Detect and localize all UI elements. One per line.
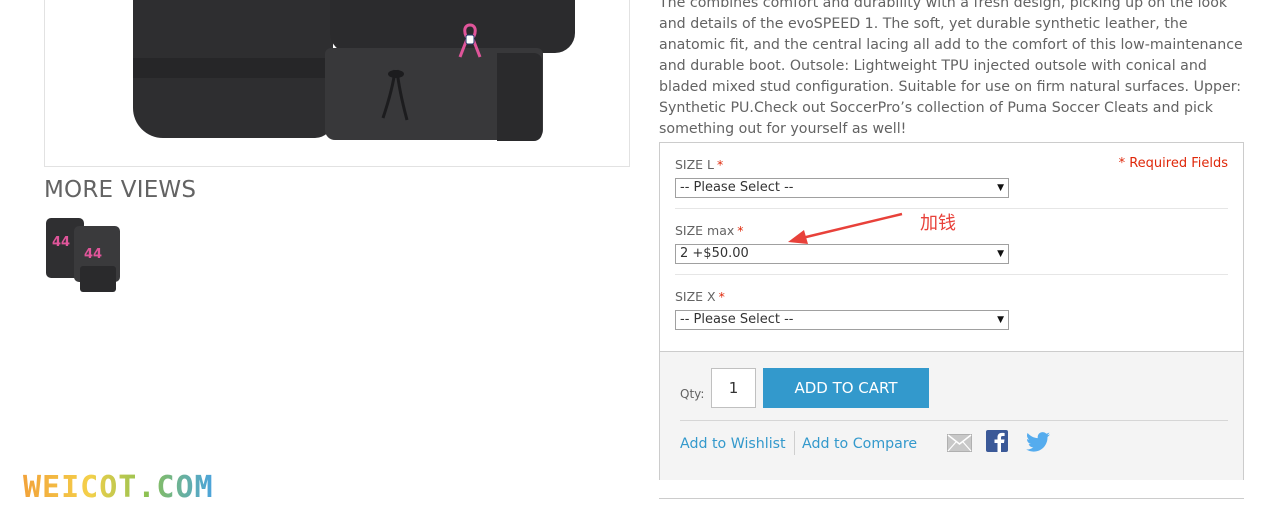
svg-text:44: 44 xyxy=(84,247,102,262)
annotation-arrow xyxy=(788,212,903,244)
description-line: something out for yourself as well! xyxy=(659,121,907,137)
add-to-compare-link[interactable]: Add to Compare xyxy=(802,436,917,452)
jersey-right-top-shape xyxy=(330,0,575,53)
size-x-select-value: -- Please Select -- xyxy=(680,312,794,327)
size-max-label: SIZE max * xyxy=(675,223,744,238)
option-divider xyxy=(675,274,1228,275)
pink-ribbon-logo xyxy=(458,23,482,58)
qty-input[interactable]: 1 xyxy=(711,368,756,408)
size-l-label-text: SIZE L xyxy=(675,157,715,172)
drawstring-graphic xyxy=(381,69,409,121)
product-options-box: * Required Fields SIZE L * -- Please Sele… xyxy=(659,142,1244,480)
size-x-select[interactable]: -- Please Select -- ▼ xyxy=(675,310,1009,330)
description-line: anatomic fit, and the central lacing all… xyxy=(659,37,1243,53)
chevron-down-icon: ▼ xyxy=(997,183,1004,193)
size-l-select-value: -- Please Select -- xyxy=(680,180,794,195)
add-to-cart-section: Qty: 1 ADD TO CART Add to Wishlist Add t… xyxy=(660,351,1243,480)
required-marker: * xyxy=(717,157,724,172)
description-line: The combines comfort and durability with… xyxy=(659,0,1228,11)
qty-label: Qty: xyxy=(680,387,705,401)
size-l-select[interactable]: -- Please Select -- ▼ xyxy=(675,178,1009,198)
size-l-label: SIZE L * xyxy=(675,157,723,172)
section-divider xyxy=(659,498,1244,499)
svg-text:44: 44 xyxy=(52,235,70,250)
required-marker: * xyxy=(718,289,725,304)
product-description: The combines comfort and durability with… xyxy=(659,0,1249,140)
size-x-label-text: SIZE X xyxy=(675,289,716,304)
description-line: Synthetic PU.Check out SoccerPro’s colle… xyxy=(659,100,1213,116)
size-max-label-text: SIZE max xyxy=(675,223,735,238)
description-line: and details of the evoSPEED 1. The soft,… xyxy=(659,16,1188,32)
actions-divider xyxy=(680,420,1228,421)
link-separator xyxy=(794,431,795,455)
jersey-left-fold xyxy=(133,58,333,78)
description-line: and durable boot. Outsole: Lightweight T… xyxy=(659,58,1207,74)
add-to-cart-button[interactable]: ADD TO CART xyxy=(763,368,929,408)
add-to-wishlist-link[interactable]: Add to Wishlist xyxy=(680,436,786,452)
required-fields-note: * Required Fields xyxy=(1118,156,1228,171)
chevron-down-icon: ▼ xyxy=(997,249,1004,259)
required-marker: * xyxy=(737,223,744,238)
annotation-label: 加钱 xyxy=(920,213,956,234)
size-x-label: SIZE X * xyxy=(675,289,725,304)
watermark-logo: WEICOT.COM xyxy=(23,470,214,502)
chevron-down-icon: ▼ xyxy=(997,315,1004,325)
watermark-text: WEICOT.COM xyxy=(23,470,214,502)
more-views-heading: MORE VIEWS xyxy=(44,177,197,203)
email-icon[interactable] xyxy=(947,434,972,452)
facebook-icon[interactable] xyxy=(986,430,1008,452)
custom-options: * Required Fields SIZE L * -- Please Sele… xyxy=(660,143,1243,351)
product-page: MORE VIEWS 44 44 The combines comfort an… xyxy=(0,0,1273,514)
jersey-right-mesh xyxy=(497,53,542,141)
description-line: bladed mixed stud configuration. Suitabl… xyxy=(659,79,1242,95)
twitter-icon[interactable] xyxy=(1026,432,1050,452)
main-product-image[interactable] xyxy=(44,0,630,167)
size-max-select-value: 2 +$50.00 xyxy=(680,246,749,261)
product-thumbnail[interactable]: 44 44 xyxy=(44,216,122,296)
